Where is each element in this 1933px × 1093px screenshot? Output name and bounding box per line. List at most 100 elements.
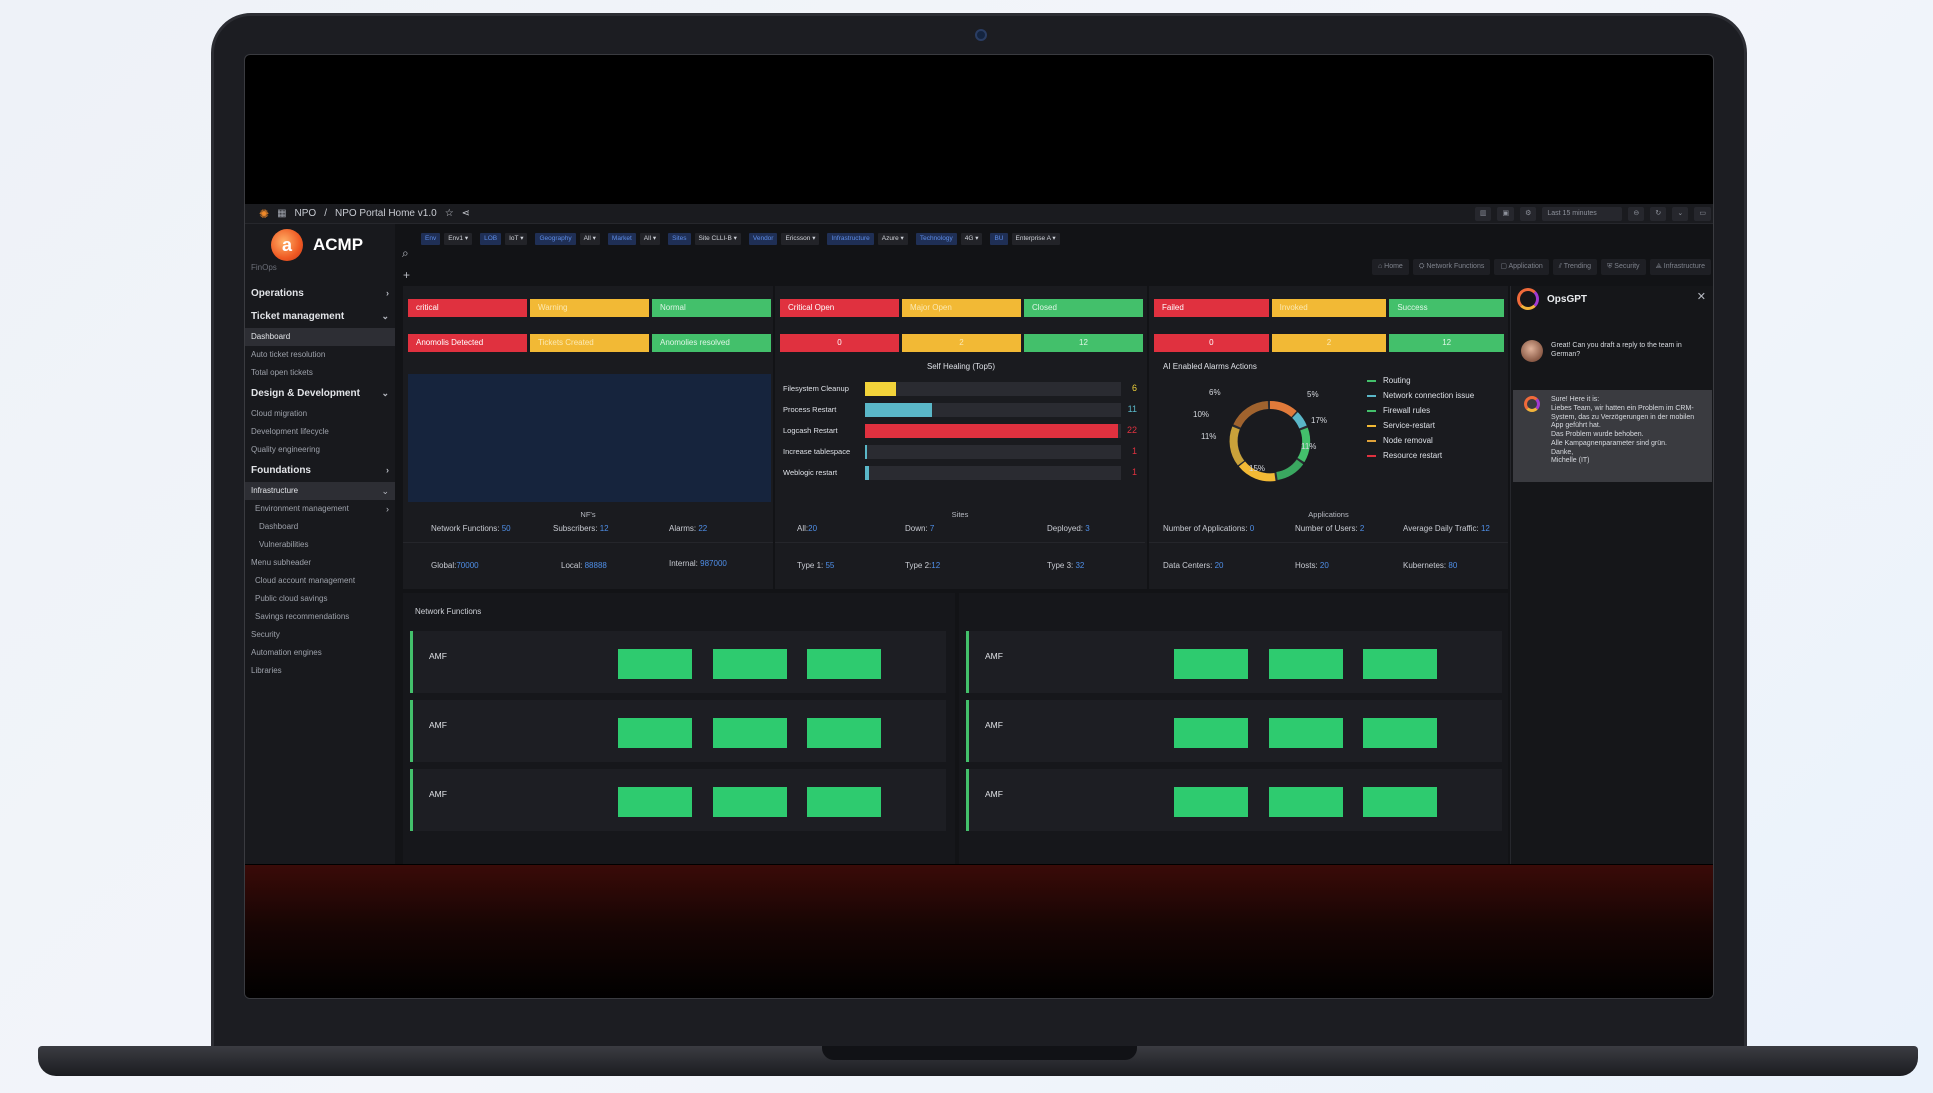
nf-status-box[interactable] (713, 718, 787, 748)
nav-tab[interactable]: ⟁ Infrastructure (1649, 259, 1711, 275)
self-healing-bar[interactable]: Logcash Restart 22 (783, 424, 1137, 438)
legend-item[interactable]: Node removal (1367, 436, 1433, 445)
sidebar-item-dashboard[interactable]: Dashboard (245, 518, 395, 536)
nf-status-box[interactable] (618, 718, 692, 748)
count-closed[interactable]: 12 (1024, 334, 1143, 352)
nf-row[interactable]: AMF (966, 769, 1502, 831)
sidebar-item-infrastructure[interactable]: Infrastructure ⌄ (245, 482, 395, 500)
filter-select-infrastructure[interactable]: Azure ▾ (877, 233, 908, 245)
nf-status-box[interactable] (1363, 718, 1437, 748)
settings-icon[interactable]: ⚙ (1520, 207, 1537, 221)
add-panel-icon[interactable]: ▥ (1474, 207, 1492, 221)
count-major-open[interactable]: 2 (902, 334, 1021, 352)
sidebar-item-design-development[interactable]: Design & Development ⌄ (245, 382, 395, 405)
nav-tab[interactable]: ⫽ Trending (1552, 259, 1598, 275)
status-success[interactable]: Success (1389, 299, 1505, 317)
status-invoked[interactable]: Invoked (1271, 299, 1387, 317)
refresh-icon[interactable]: ↻ (1650, 207, 1667, 221)
nf-status-box[interactable] (618, 649, 692, 679)
nf-row[interactable]: AMF (410, 700, 946, 762)
sidebar-item-savings-recommendations[interactable]: Savings recommendations (245, 608, 395, 626)
sidebar-item-menu-subheader[interactable]: Menu subheader (245, 554, 395, 572)
filter-select-technology[interactable]: 4G ▾ (960, 233, 983, 245)
nf-status-box[interactable] (1363, 787, 1437, 817)
close-icon[interactable]: ✕ (1697, 290, 1706, 303)
nav-tab[interactable]: ⛨ Security (1601, 259, 1646, 275)
sidebar-item-development-lifecycle[interactable]: Development lifecycle (245, 423, 395, 441)
count-failed[interactable]: 0 (1154, 334, 1269, 352)
sidebar-item-quality-engineering[interactable]: Quality engineering (245, 441, 395, 459)
search-icon[interactable]: ⌕ (402, 246, 409, 261)
sidebar-item-automation-engines[interactable]: Automation engines (245, 644, 395, 662)
nf-status-box[interactable] (1269, 649, 1343, 679)
nf-status-box[interactable] (1363, 649, 1437, 679)
refresh-interval-icon[interactable]: ⌄ (1672, 207, 1689, 221)
status-anomalies-detected[interactable]: Anomolis Detected (408, 334, 527, 352)
nf-row[interactable]: AMF (410, 769, 946, 831)
status-critical-open[interactable]: Critical Open (780, 299, 899, 317)
nf-status-box[interactable] (618, 787, 692, 817)
tv-mode-icon[interactable]: ▭ (1694, 207, 1711, 221)
logo[interactable]: a ACMP (271, 229, 363, 261)
sidebar-item-dashboard[interactable]: Dashboard (245, 328, 395, 346)
filter-select-lob[interactable]: IoT ▾ (505, 233, 528, 245)
sidebar-item-ticket-management[interactable]: Ticket management ⌄ (245, 305, 395, 328)
self-healing-bar[interactable]: Process Restart 11 (783, 403, 1137, 417)
sidebar-item-libraries[interactable]: Libraries (245, 662, 395, 680)
filter-select-geography[interactable]: All ▾ (579, 233, 600, 245)
nf-map[interactable] (408, 374, 771, 502)
count-critical-open[interactable]: 0 (780, 334, 899, 352)
filter-select-market[interactable]: All ▾ (639, 233, 661, 245)
status-failed[interactable]: Failed (1154, 299, 1269, 317)
filter-select-vendor[interactable]: Ericsson ▾ (781, 233, 820, 245)
nf-status-box[interactable] (807, 718, 881, 748)
status-anomalies-resolved[interactable]: Anomolies resolved (652, 334, 771, 352)
sidebar-item-security[interactable]: Security (245, 626, 395, 644)
nf-status-box[interactable] (1174, 649, 1248, 679)
nf-status-box[interactable] (713, 649, 787, 679)
breadcrumb-root[interactable]: NPO (295, 208, 317, 219)
sidebar-item-cloud-account-management[interactable]: Cloud account management (245, 572, 395, 590)
alarms-donut-chart[interactable] (1215, 386, 1325, 496)
sidebar-item-total-open-tickets[interactable]: Total open tickets (245, 364, 395, 382)
nf-status-box[interactable] (807, 649, 881, 679)
nav-tab[interactable]: ⌂ Home (1371, 259, 1409, 275)
sidebar-item-operations[interactable]: Operations › (245, 282, 395, 305)
share-icon[interactable]: ⋖ (462, 208, 470, 219)
grafana-icon[interactable]: ✺ (259, 207, 269, 221)
legend-item[interactable]: Firewall rules (1367, 406, 1430, 415)
breadcrumb-page[interactable]: NPO Portal Home v1.0 (335, 208, 437, 219)
sidebar-item-environment-management[interactable]: Environment management › (245, 500, 395, 518)
nf-status-box[interactable] (807, 787, 881, 817)
nf-status-box[interactable] (1174, 718, 1248, 748)
status-tickets-created[interactable]: Tickets Created (530, 334, 649, 352)
zoom-out-icon[interactable]: ⊖ (1628, 207, 1645, 221)
time-range-picker[interactable]: Last 15 minutes (1542, 207, 1623, 221)
nf-row[interactable]: AMF (966, 631, 1502, 693)
filter-select-bu[interactable]: Enterprise A ▾ (1011, 233, 1060, 245)
filter-select-env[interactable]: Env1 ▾ (444, 233, 473, 245)
nf-status-box[interactable] (1269, 718, 1343, 748)
self-healing-bar[interactable]: Filesystem Cleanup 6 (783, 382, 1137, 396)
status-warning[interactable]: Warning (530, 299, 649, 317)
sidebar-item-cloud-migration[interactable]: Cloud migration (245, 405, 395, 423)
star-icon[interactable]: ☆ (445, 208, 454, 219)
nav-tab[interactable]: ⛭ Network Functions (1412, 259, 1491, 275)
legend-item[interactable]: Network connection issue (1367, 391, 1474, 400)
count-success[interactable]: 12 (1389, 334, 1505, 352)
sidebar-item-vulnerabilities[interactable]: Vulnerabilities (245, 536, 395, 554)
filter-select-sites[interactable]: Site CLLI-B ▾ (694, 233, 741, 245)
plus-icon[interactable]: + (403, 268, 410, 282)
sidebar-item-auto-ticket-resolution[interactable]: Auto ticket resolution (245, 346, 395, 364)
nf-status-box[interactable] (1174, 787, 1248, 817)
nf-status-box[interactable] (1269, 787, 1343, 817)
nf-row[interactable]: AMF (966, 700, 1502, 762)
sidebar-item-foundations[interactable]: Foundations › (245, 459, 395, 482)
legend-item[interactable]: Service-restart (1367, 421, 1435, 430)
status-normal[interactable]: Normal (652, 299, 771, 317)
apps-grid-icon[interactable]: ▦ (277, 208, 286, 219)
status-closed[interactable]: Closed (1024, 299, 1143, 317)
count-invoked[interactable]: 2 (1271, 334, 1387, 352)
legend-item[interactable]: Routing (1367, 376, 1411, 385)
status-critical[interactable]: critical (408, 299, 527, 317)
